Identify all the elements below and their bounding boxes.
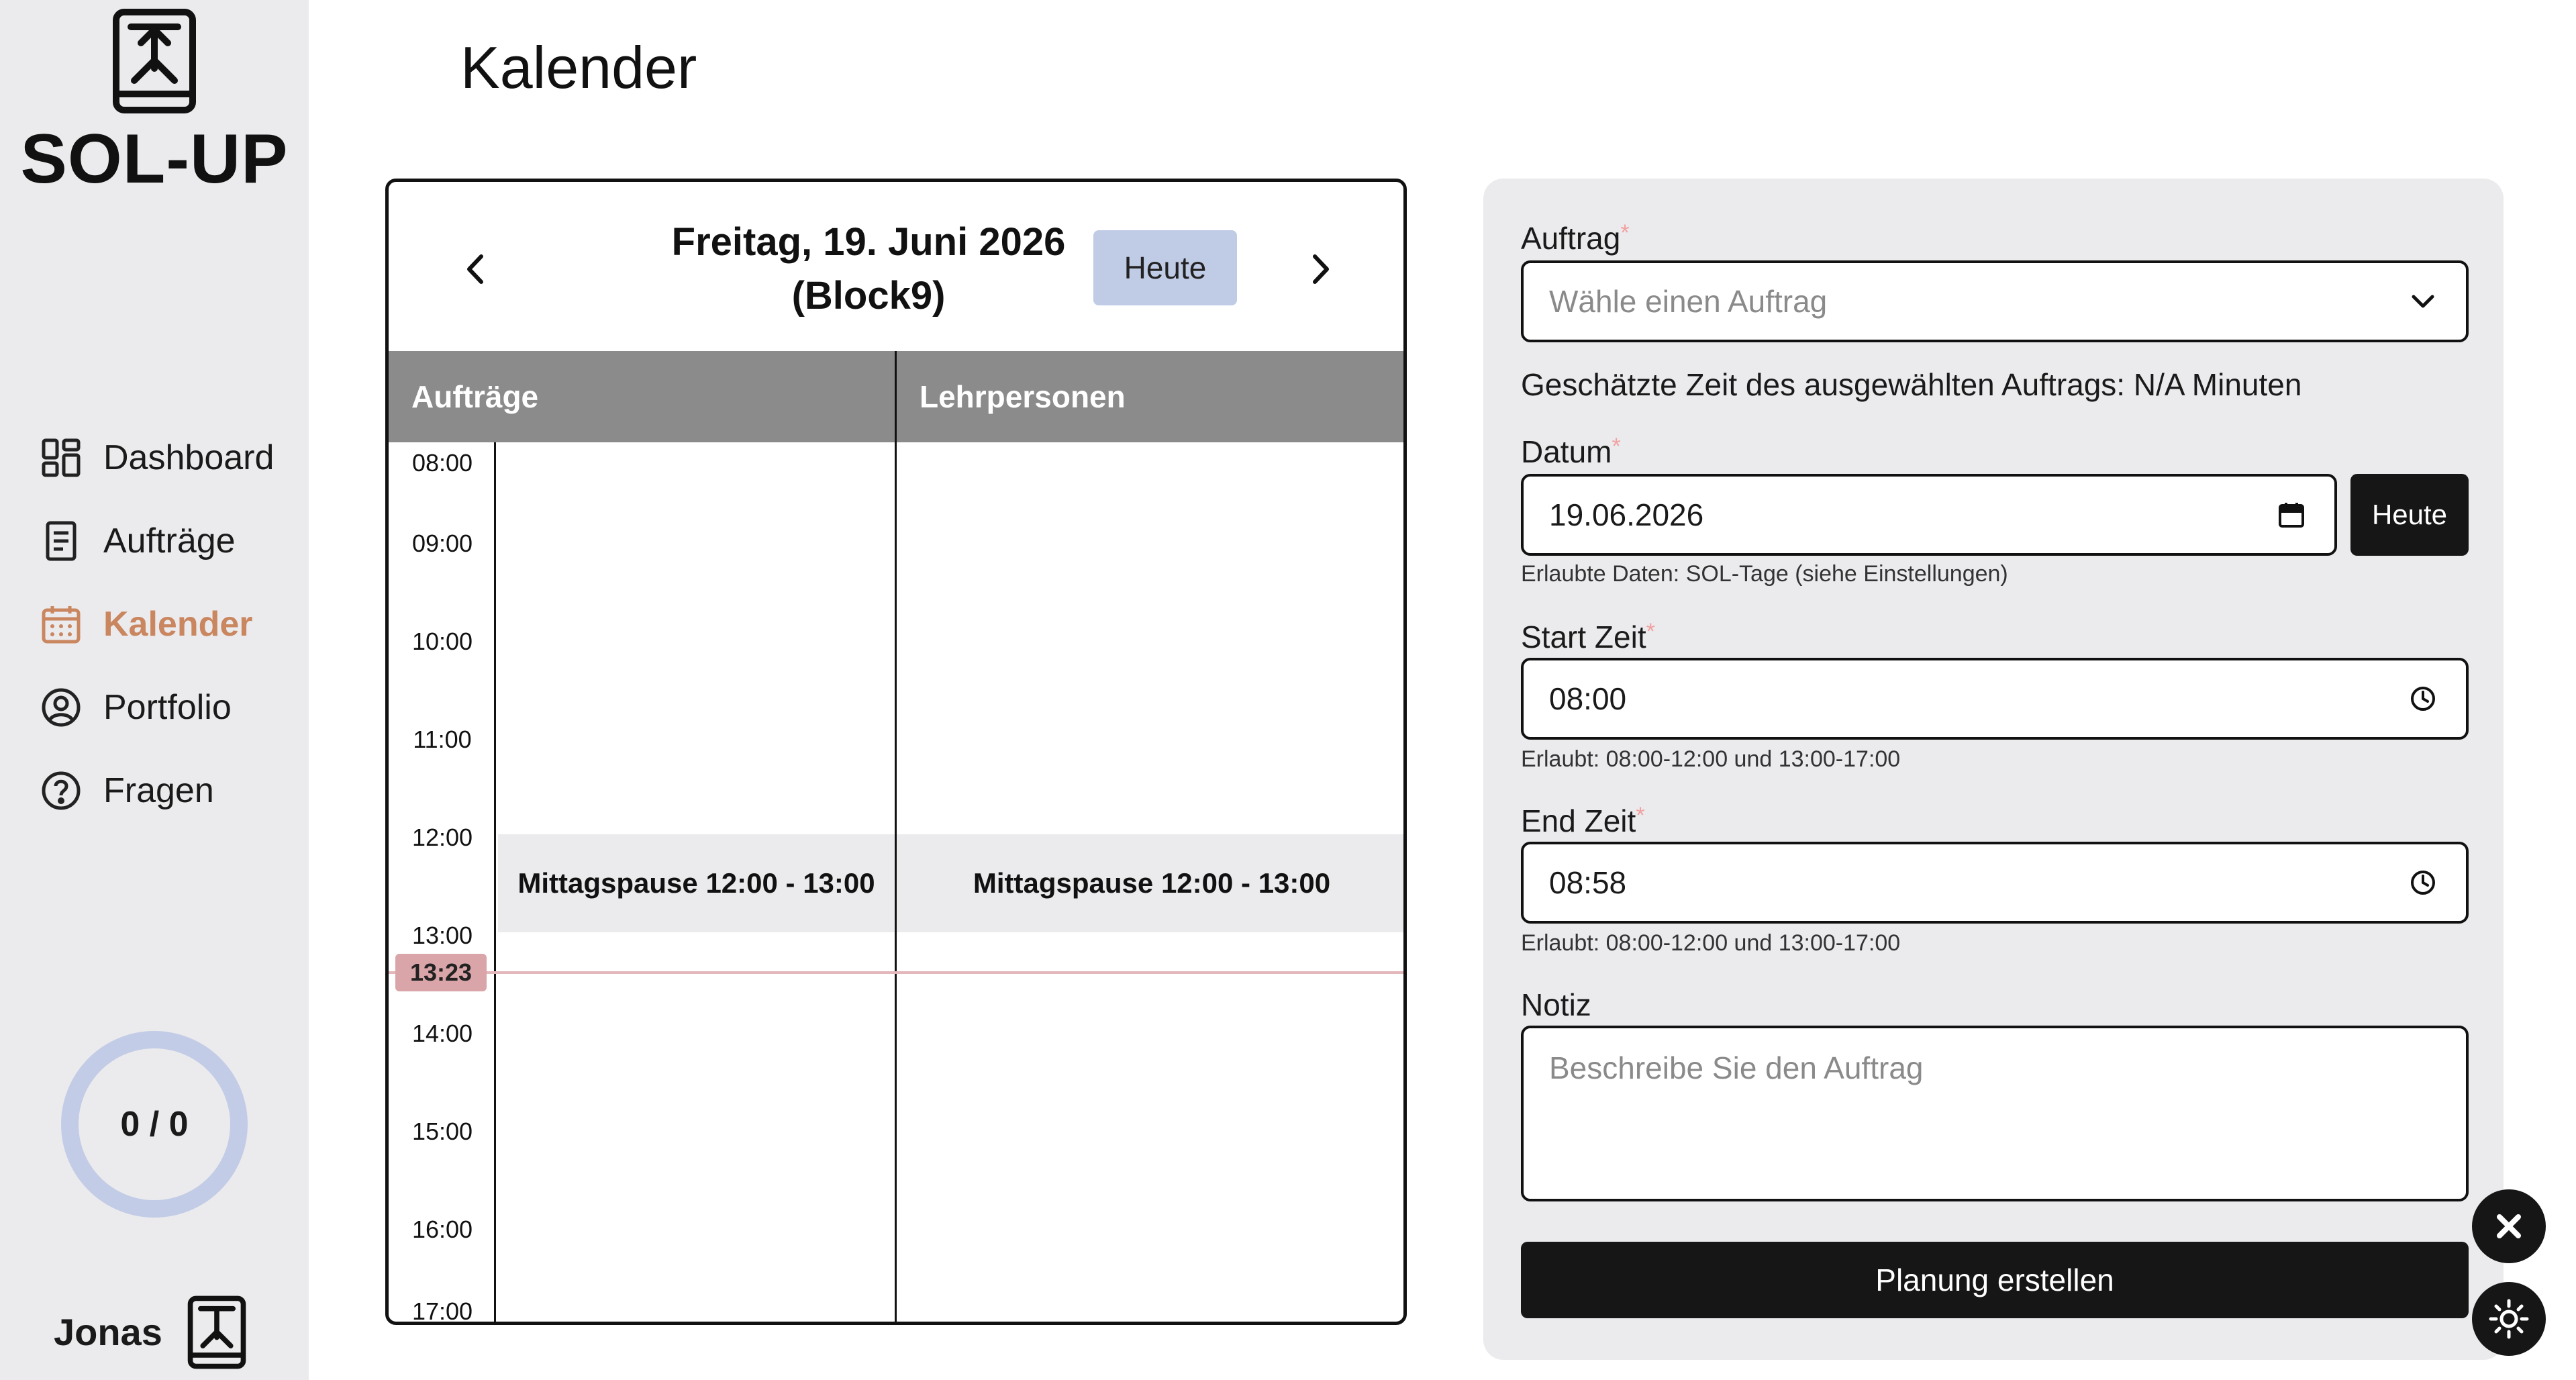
dashboard-icon [40,437,82,479]
page-title: Kalender [460,34,697,101]
previous-day-button[interactable] [456,249,496,289]
start-time-input[interactable]: 08:00 [1521,658,2469,740]
calendar-today-button[interactable]: Heute [1093,230,1237,305]
calendar-block-label: (Block9) [791,274,946,317]
calendar-header: Freitag, 19. Juni 2026 (Block9) Heute [389,182,1403,351]
datum-value: 19.06.2026 [1549,497,1704,532]
time-label: 16:00 [411,1216,473,1243]
sidebar-item-auftraege[interactable]: Aufträge [40,499,274,583]
start-time-label: Start Zeit* [1521,619,1655,655]
column-header-auftraege: Aufträge [389,351,895,442]
sidebar-item-fragen[interactable]: Fragen [40,749,274,832]
datum-hint: Erlaubte Daten: SOL-Tage (siehe Einstell… [1521,561,2008,587]
sidebar-item-label: Portfolio [103,688,232,727]
sidebar-item-kalender[interactable]: Kalender [40,583,274,666]
datum-label-text: Datum [1521,434,1612,469]
sidebar-item-dashboard[interactable]: Dashboard [40,416,274,499]
required-marker: * [1612,434,1621,459]
sidebar-item-label: Dashboard [103,438,275,477]
end-time-hint: Erlaubt: 08:00-12:00 und 13:00-17:00 [1521,930,1901,956]
calendar-body: 08:00 09:00 10:00 11:00 12:00 13:00 14:0… [389,442,1403,1325]
time-label: 09:00 [411,530,473,557]
notiz-textarea[interactable]: Beschreibe Sie den Auftrag [1521,1026,2469,1201]
create-planning-button[interactable]: Planung erstellen [1521,1242,2469,1318]
required-marker: * [1636,803,1645,828]
planning-form: Auftrag* Wähle einen Auftrag Geschätzte … [1483,179,2504,1360]
start-time-value: 08:00 [1549,681,1627,716]
time-label: 17:00 [411,1297,473,1325]
required-marker: * [1620,220,1630,246]
sidebar: SOL-UP Dashboard Aufträge Kalender Portf… [0,0,309,1380]
auftrag-select-placeholder: Wähle einen Auftrag [1549,284,1828,319]
logo-icon[interactable] [111,8,198,114]
close-button[interactable] [2472,1189,2546,1263]
required-marker: * [1646,619,1655,644]
notiz-label: Notiz [1521,987,1591,1022]
sidebar-item-label: Aufträge [103,522,236,560]
time-label: 15:00 [411,1118,473,1145]
app-name: SOL-UP [20,120,289,198]
time-label: 13:00 [411,922,473,949]
time-column: 08:00 09:00 10:00 11:00 12:00 13:00 14:0… [389,442,496,1325]
auftrag-label: Auftrag* [1521,220,1630,256]
end-time-input[interactable]: 08:58 [1521,842,2469,924]
progress-count: 0 / 0 [120,1105,189,1144]
time-label: 11:00 [413,726,472,753]
close-icon [2497,1214,2521,1238]
sun-icon [2489,1299,2529,1339]
user-name: Jonas [54,1311,162,1353]
question-icon [40,770,82,811]
document-icon [40,520,82,562]
sidebar-item-portfolio[interactable]: Portfolio [40,666,274,749]
start-time-label-text: Start Zeit [1521,620,1646,654]
clock-icon[interactable] [2407,867,2439,899]
calendar-icon[interactable] [2275,499,2308,531]
end-time-label-text: End Zeit [1521,803,1636,838]
column-header-lehrpersonen: Lehrpersonen [897,351,1403,442]
datum-input[interactable]: 19.06.2026 [1521,474,2337,556]
chevron-down-icon [2407,285,2439,317]
calendar-date-line: Freitag, 19. Juni 2026 [671,220,1066,264]
user-circle-icon [40,687,82,728]
current-time-badge: 13:23 [395,954,487,991]
datum-label: Datum* [1521,434,1621,470]
time-label: 08:00 [411,449,473,477]
end-time-label: End Zeit* [1521,803,1645,839]
notiz-placeholder: Beschreibe Sie den Auftrag [1549,1050,1924,1085]
lunch-break-auftraege: Mittagspause 12:00 - 13:00 [498,834,895,932]
sidebar-item-label: Fragen [103,771,214,810]
next-day-button[interactable] [1300,249,1340,289]
estimated-time: Geschätzte Zeit des ausgewählten Auftrag… [1521,367,2302,402]
day-calendar: Freitag, 19. Juni 2026 (Block9) Heute Au… [385,179,1407,1325]
calendar-icon [40,603,82,645]
sidebar-item-label: Kalender [103,605,253,644]
time-label: 12:00 [411,824,473,851]
auftrag-label-text: Auftrag [1521,221,1621,256]
time-label: 10:00 [411,628,473,655]
avatar[interactable] [187,1295,247,1369]
chevron-left-icon [467,254,483,284]
sidebar-nav: Dashboard Aufträge Kalender Portfolio Fr… [40,416,274,832]
calendar-date: Freitag, 19. Juni 2026 (Block9) [583,215,1154,323]
datum-today-button[interactable]: Heute [2350,474,2469,556]
current-time-line [389,971,1403,974]
lunch-break-lehrpersonen: Mittagspause 12:00 - 13:00 [897,834,1403,932]
theme-toggle-button[interactable] [2472,1282,2546,1356]
clock-icon[interactable] [2407,683,2439,715]
time-label: 14:00 [411,1020,473,1047]
auftrag-select[interactable]: Wähle einen Auftrag [1521,260,2469,342]
end-time-value: 08:58 [1549,865,1627,900]
start-time-hint: Erlaubt: 08:00-12:00 und 13:00-17:00 [1521,746,1901,772]
chevron-right-icon [1313,254,1329,284]
